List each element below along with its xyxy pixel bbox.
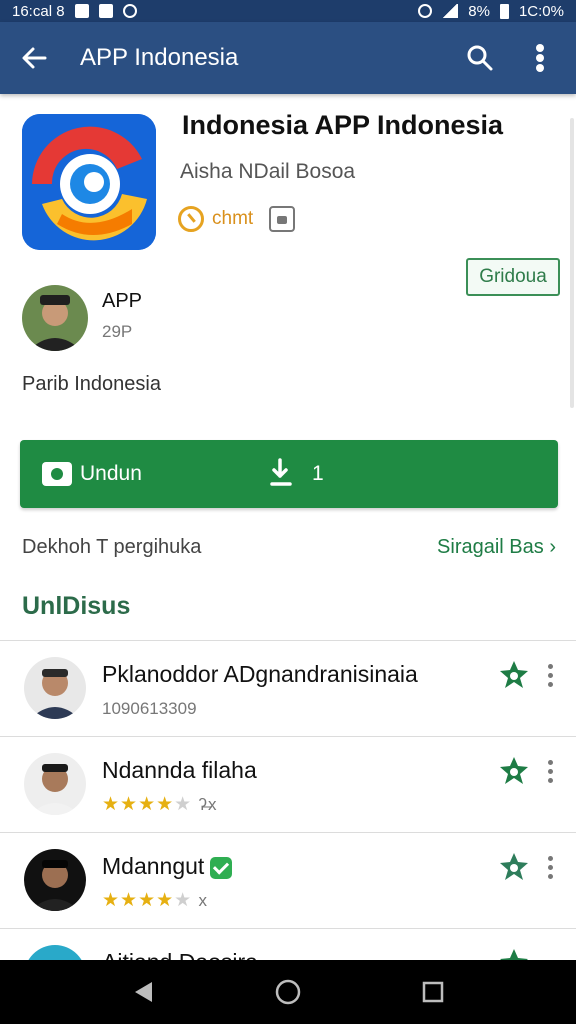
system-nav-bar xyxy=(0,960,576,1024)
info-text: Dekhoh T pergihuka xyxy=(22,536,202,558)
arrow-left-icon xyxy=(22,47,47,69)
chevron-right-icon: › xyxy=(549,536,556,558)
camera-icon xyxy=(42,462,72,486)
more-options-button[interactable] xyxy=(520,38,560,78)
person-icon xyxy=(22,285,88,351)
sync-icon xyxy=(122,4,137,18)
notification-icon-2 xyxy=(98,4,113,18)
see-more-label: Siragail Bas xyxy=(437,536,544,558)
battery-percent: 8% xyxy=(468,2,490,20)
reviewer-name: Ndannda filaha xyxy=(102,757,257,783)
person-icon xyxy=(24,753,86,815)
status-clock: 1C:0% xyxy=(518,2,564,20)
reviewer-avatar xyxy=(24,753,86,815)
clock-icon xyxy=(178,206,204,232)
download-icon xyxy=(270,458,292,486)
scroll-edge xyxy=(570,118,574,408)
alarm-icon xyxy=(418,4,433,18)
download-label: Undun xyxy=(80,462,142,485)
app-logo-icon xyxy=(22,114,156,250)
install-button[interactable]: Gridoua xyxy=(466,258,560,296)
page-title: APP Indonesia xyxy=(80,44,239,71)
author-sub: 29P xyxy=(102,322,133,341)
more-vert-icon[interactable] xyxy=(540,755,560,787)
rating-tail: x xyxy=(198,891,208,910)
more-vert-icon[interactable] xyxy=(540,659,560,691)
app-logo xyxy=(22,114,156,250)
reviewer-avatar xyxy=(24,849,86,911)
status-bar: 16:cal 8 8% 1C:0% xyxy=(0,0,576,22)
list-item[interactable]: Mdanngut ★★★★★ x xyxy=(0,832,576,928)
list-item[interactable]: Ndannda filaha ★★★★★ ʔ̶x xyxy=(0,736,576,832)
rating-stars: ★★★★★ ʔ̶x xyxy=(102,794,218,815)
reviewer-name: Pklanoddor ADgnandranisinaia xyxy=(102,661,418,687)
person-icon xyxy=(24,657,86,719)
triangle-back-icon xyxy=(134,982,152,1002)
circle-home-icon xyxy=(275,979,301,1005)
reviewer-sub: 1090613309 xyxy=(102,699,197,718)
meta-row: chmt xyxy=(178,206,296,232)
square-recent-icon xyxy=(423,981,444,1003)
nav-recent-button[interactable] xyxy=(413,972,453,1012)
meta-label: chmt xyxy=(212,208,254,229)
more-vert-icon[interactable] xyxy=(540,851,560,883)
signal-icon xyxy=(442,4,459,18)
reviewer-avatar xyxy=(24,657,86,719)
nav-back-button[interactable] xyxy=(123,972,163,1012)
app-name: Indonesia APP Indonesia xyxy=(182,110,504,140)
developer-name[interactable]: Aisha NDail Bosoa xyxy=(180,160,355,184)
rating-tail: ʔ̶x xyxy=(198,795,218,814)
person-icon xyxy=(24,849,86,911)
content-rating-icon xyxy=(269,206,296,232)
nav-home-button[interactable] xyxy=(268,972,308,1012)
description: Parib Indonesia xyxy=(22,373,161,395)
verified-icon xyxy=(210,856,233,879)
star-icon[interactable] xyxy=(498,851,530,883)
search-icon xyxy=(467,45,493,71)
download-count: 1 xyxy=(312,462,324,485)
status-right: 8% 1C:0% xyxy=(418,3,564,20)
reviewer-name-text: Mdanngut xyxy=(102,853,205,879)
battery-icon xyxy=(499,3,509,19)
notification-icon xyxy=(74,4,89,18)
author-avatar[interactable] xyxy=(22,285,88,351)
search-button[interactable] xyxy=(460,38,500,78)
status-time: 16:cal 8 xyxy=(12,2,65,20)
status-left: 16:cal 8 xyxy=(12,3,137,20)
back-button[interactable] xyxy=(16,40,52,76)
see-more-link[interactable]: Siragail Bas › xyxy=(437,536,556,559)
download-button[interactable]: Undun 1 xyxy=(20,440,558,508)
reviewer-name: Mdanngut xyxy=(102,853,233,880)
more-vert-icon xyxy=(536,44,544,72)
app-bar: APP Indonesia xyxy=(0,22,576,94)
list-item[interactable]: Pklanoddor ADgnandranisinaia 1090613309 xyxy=(0,640,576,736)
author-name: APP xyxy=(102,290,143,312)
rating-stars: ★★★★★ x xyxy=(102,890,208,911)
star-icon[interactable] xyxy=(498,659,530,691)
star-icon[interactable] xyxy=(498,755,530,787)
section-title: UnlDisus xyxy=(22,592,131,620)
